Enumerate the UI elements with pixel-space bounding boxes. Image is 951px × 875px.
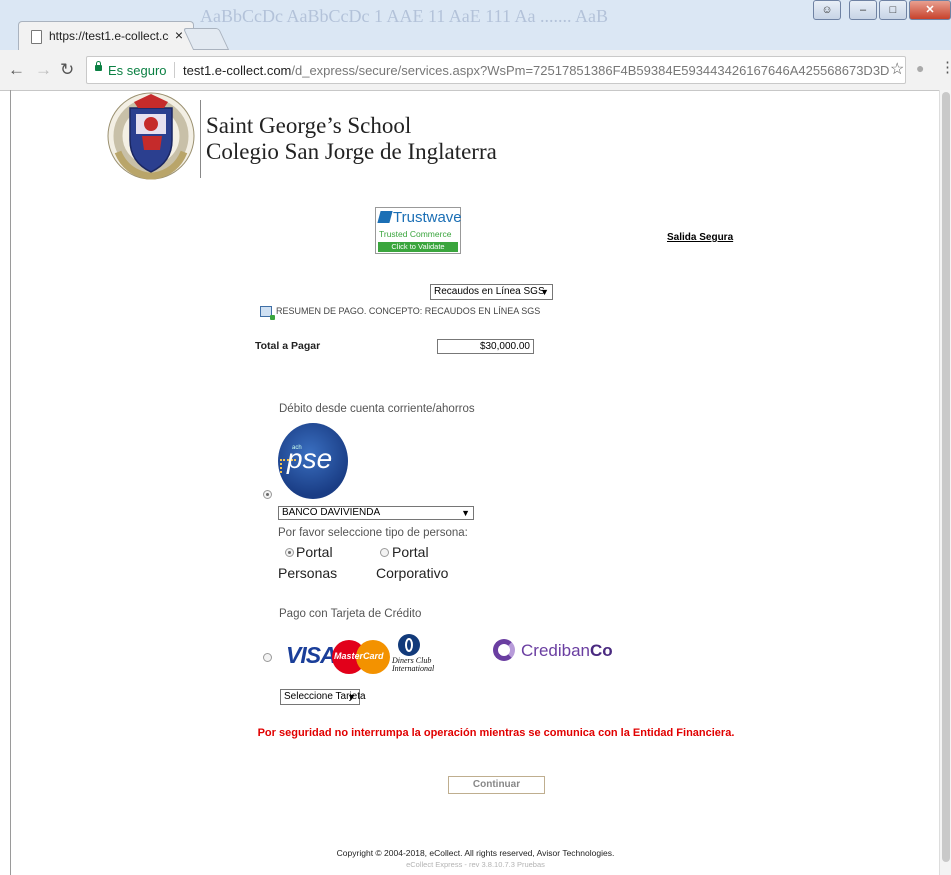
reload-icon[interactable]: ↻ [60,60,74,80]
trustwave-icon [377,211,393,223]
concept-select[interactable]: Recaudos en Línea SGS ▼ [430,284,553,300]
close-tab-icon[interactable]: × [175,27,183,43]
security-warning: Por seguridad no interrumpa la operación… [257,727,735,739]
trustwave-tagline: Trusted Commerce [379,229,452,239]
divider [174,62,175,78]
credibanco-icon [493,639,515,661]
mastercard-logo: MasterCard [332,640,392,676]
salida-segura-link[interactable]: Salida Segura [667,232,733,243]
close-window-button[interactable]: ✕ [909,0,951,20]
continue-button[interactable]: Continuar [448,776,545,794]
portal-personas-radio[interactable] [285,548,294,557]
diners-line-2: International [392,664,435,673]
copyright-text: Copyright © 2004-2018, eCollect. All rig… [336,848,615,858]
page-viewport: Saint George’s School Colegio San Jorge … [0,90,951,875]
total-label: Total a Pagar [255,340,321,352]
url-input[interactable]: Es seguro test1.e-collect.com/d_express/… [86,56,906,84]
window-controls: ☺ – □ ✕ [811,0,951,22]
url-path: /d_express/secure/services.aspx?WsPm=725… [291,63,890,78]
tab-title: https://test1.e-collect.co [49,29,169,43]
browser-tab[interactable]: https://test1.e-collect.co × [18,21,194,50]
diners-text: Diners Club International [392,657,434,673]
diners-club-logo: Diners Club International [392,634,438,680]
revision-text: eCollect Express - rev 3.8.10.7.3 Prueba… [406,860,545,869]
browser-chrome: AaBbCcDc AaBbCcDc 1 AAE 11 AaE 111 Aa ..… [0,0,951,91]
pse-logo: ach pse [278,423,348,499]
lock-icon [95,61,102,71]
secure-label: Es seguro [108,63,167,78]
bookmark-star-icon[interactable]: ☆ [890,59,904,79]
dropdown-arrow-icon: ▼ [347,692,356,702]
mastercard-text: MasterCard [334,651,384,661]
maximize-button[interactable]: □ [879,0,907,20]
credibanco-text-1: Crediban [521,641,590,660]
dropdown-arrow-icon: ▼ [461,508,470,518]
payment-summary: RESUMEN DE PAGO. CONCEPTO: RECAUDOS EN L… [276,306,541,316]
bank-select[interactable]: BANCO DAVIVIENDA ▼ [278,506,474,520]
background-window-toolbar: AaBbCcDc AaBbCcDc 1 AAE 11 AaE 111 Aa ..… [200,6,608,26]
credibanco-text-2: Co [590,641,613,660]
person-type-label: Por favor seleccione tipo de persona: [278,527,468,539]
credibanco-text: CredibanCo [521,641,613,661]
dropdown-arrow-icon: ▼ [540,287,549,297]
school-subtitle: Colegio San Jorge de Inglaterra [206,139,497,164]
concept-select-value: Recaudos en Línea SGS [434,286,545,297]
url-text: test1.e-collect.com/d_express/secure/ser… [183,63,889,78]
pse-section-label: Débito desde cuenta corriente/ahorros [279,403,475,415]
back-icon[interactable]: ← [8,60,25,80]
pse-logo-text: pse [287,443,333,474]
address-bar: ← → ↻ Es seguro test1.e-collect.com/d_ex… [0,50,951,91]
scrollbar-thumb[interactable] [942,92,950,862]
url-host: test1.e-collect.com [183,63,292,78]
portal-corporativo-radio[interactable] [380,548,389,557]
pse-radio[interactable] [263,490,272,499]
school-name: Saint George’s School [206,113,412,138]
user-icon[interactable]: ☺ [813,0,841,20]
trustwave-brand: Trustwave [393,209,462,226]
scrollbar[interactable] [939,90,951,875]
tab-strip: AaBbCcDc AaBbCcDc 1 AAE 11 AaE 111 Aa ..… [0,0,951,50]
trustwave-seal[interactable]: Trustwave Trusted Commerce Click to Vali… [375,207,462,254]
portal-corporativo-label-2: Corporativo [376,565,449,581]
page-icon [31,30,42,44]
school-crest-logo [107,92,195,180]
portal-personas-label-2: Personas [278,565,338,581]
visa-logo: VISA [286,642,337,668]
card-section-label: Pago con Tarjeta de Crédito [279,608,422,620]
summary-icon [260,306,275,320]
portal-corporativo-label: Portal [392,544,429,560]
menu-icon[interactable]: ⋮ [940,58,951,76]
header-divider [200,100,201,178]
diners-icon [398,634,420,656]
total-amount-field: $30,000.00 [437,339,534,354]
page-border [10,90,11,875]
trustwave-validate: Click to Validate [378,242,458,252]
bank-select-value: BANCO DAVIVIENDA [282,507,381,518]
credit-card-radio[interactable] [263,653,272,662]
extension-icon[interactable]: ● [916,60,924,76]
minimize-button[interactable]: – [849,0,877,20]
card-type-select[interactable]: Seleccione Tarjeta ▼ [280,689,366,705]
forward-icon[interactable]: → [35,60,52,80]
portal-personas-label: Portal [296,544,333,560]
